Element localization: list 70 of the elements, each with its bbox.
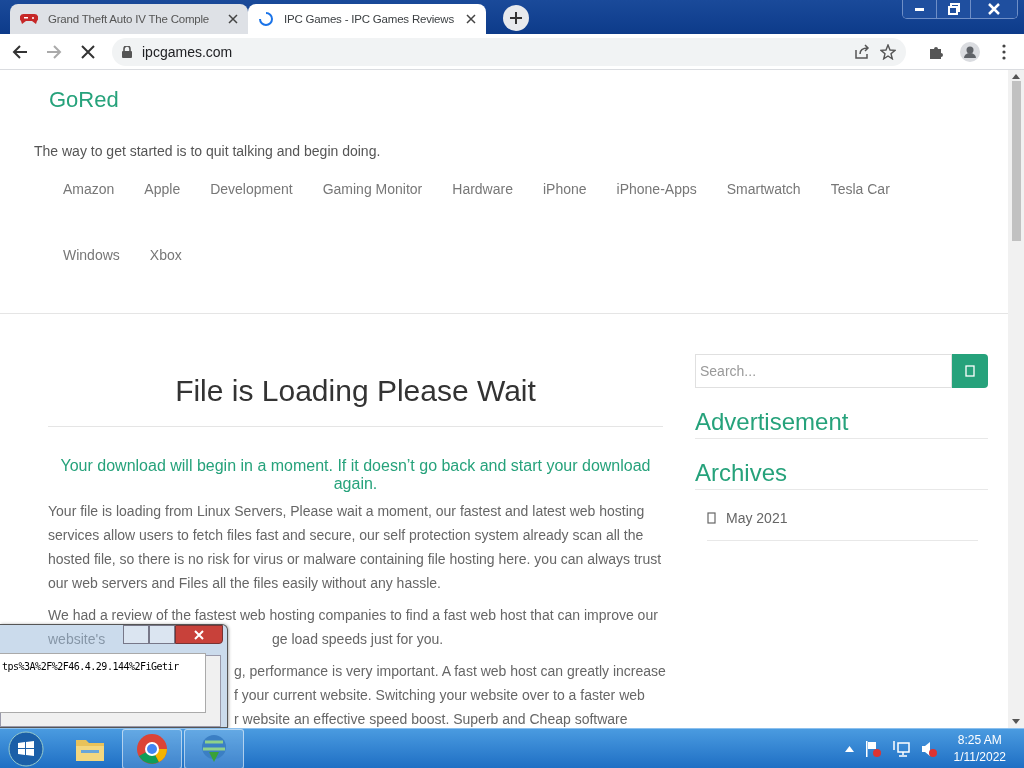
up-arrow-icon[interactable]	[844, 745, 854, 752]
download-notice: Your download will begin in a moment. If it doesn’t go back and start your download again.	[59, 457, 652, 493]
text-line: g, performance is very important. A fast web host can greatly increase	[234, 662, 666, 681]
loading-spinner-icon	[258, 11, 274, 27]
browser-tab[interactable]: IPC Games - IPC Games Reviews	[248, 4, 486, 34]
maximize-button[interactable]	[149, 625, 175, 644]
nav-link[interactable]: Amazon	[48, 181, 130, 247]
nav-link[interactable]: Hardware	[437, 181, 528, 247]
restore-button[interactable]	[937, 0, 971, 18]
close-button[interactable]	[971, 0, 1017, 18]
new-tab-button[interactable]	[503, 5, 529, 31]
restore-icon	[945, 1, 962, 17]
lock-icon	[122, 45, 132, 58]
close-icon	[194, 629, 204, 640]
tab-title: IPC Games - IPC Games Reviews	[284, 13, 455, 25]
minimize-icon	[915, 7, 924, 11]
text-line: r website an effective speed boost. Superb and Cheap software	[234, 710, 628, 728]
scrollbar[interactable]	[1008, 70, 1024, 728]
nav-link[interactable]: iPhone-Apps	[601, 181, 712, 247]
taskbar-button[interactable]	[184, 728, 244, 768]
stop-icon[interactable]	[81, 44, 95, 59]
address-bar[interactable]: ipcgames.com	[112, 37, 906, 66]
nav-link[interactable]: Apple	[129, 181, 196, 247]
down-arrow-icon[interactable]	[1012, 719, 1020, 724]
clock[interactable]: 8:25 AM 1/11/2022	[953, 731, 1006, 766]
url-field[interactable]: tps%3A%2F%2F46.4.29.144%2FiGetir	[0, 653, 206, 713]
text-line: We had a review of the fastest web hosting companies to find a fast web host that can improve our	[48, 606, 658, 625]
site-tagline: The way to get started is to quit talking and begin doing.	[34, 143, 382, 159]
text-line: website's	[48, 630, 106, 649]
text-line: ge load speeds just for you.	[272, 630, 444, 649]
gamepad-icon	[20, 13, 38, 25]
widget-title: Advertisement	[695, 408, 988, 439]
star-icon[interactable]	[880, 43, 896, 60]
up-arrow-icon[interactable]	[1012, 74, 1020, 79]
text-line: f your current website. Switching your website over to a faster web	[234, 686, 645, 705]
article-heading: File is Loading Please Wait	[48, 354, 663, 427]
archive-link[interactable]: May 2021	[726, 510, 788, 526]
plus-icon	[510, 12, 522, 24]
taskbar-button[interactable]	[122, 728, 182, 768]
flag-icon[interactable]	[863, 739, 882, 758]
back-arrow-icon[interactable]	[12, 43, 28, 60]
profile-icon[interactable]	[960, 41, 980, 62]
start-orb-icon[interactable]	[6, 728, 46, 768]
nav-link[interactable]: Development	[195, 181, 308, 247]
close-icon[interactable]	[466, 14, 476, 24]
search-field[interactable]: Search...	[695, 354, 952, 388]
box-icon	[965, 365, 975, 377]
minimize-button[interactable]	[123, 625, 149, 644]
close-icon[interactable]	[228, 14, 238, 24]
minimize-button[interactable]	[903, 0, 937, 18]
network-icon[interactable]	[891, 739, 910, 758]
nav-link[interactable]: iPhone	[527, 181, 602, 247]
article-paragraph: Your file is loading from Linux Servers, Please wait a moment, our fastest and latest web hosting services allow users to fetch files fast and secure, our self protection system already scan all the hosted file, so there is no risk for virus or malware containing file hosting here. you can always trust our web servers and Files all the files easily without any hassle.	[48, 502, 663, 593]
tab-title: Grand Theft Auto IV The Comple	[48, 13, 211, 25]
browser-tab[interactable]: Grand Theft Auto IV The Comple	[10, 4, 248, 34]
box-icon	[707, 512, 716, 524]
widget-title: Archives	[695, 459, 988, 490]
nav-link[interactable]: Xbox	[134, 247, 197, 313]
share-icon[interactable]	[854, 43, 870, 60]
chrome-icon	[135, 731, 169, 766]
site-title[interactable]: GoRed	[49, 87, 119, 113]
scrollbar-thumb[interactable]	[1011, 81, 1021, 241]
speaker-icon[interactable]	[919, 739, 938, 758]
nav-link[interactable]: Windows	[48, 247, 135, 313]
menu-icon[interactable]	[1002, 43, 1006, 60]
nav-link[interactable]: Tesla Car	[815, 181, 905, 247]
close-button[interactable]	[175, 625, 223, 644]
nav-link[interactable]: Smartwatch	[711, 181, 816, 247]
close-icon	[986, 1, 1002, 17]
nav-link[interactable]: Gaming Monitor	[307, 181, 438, 247]
